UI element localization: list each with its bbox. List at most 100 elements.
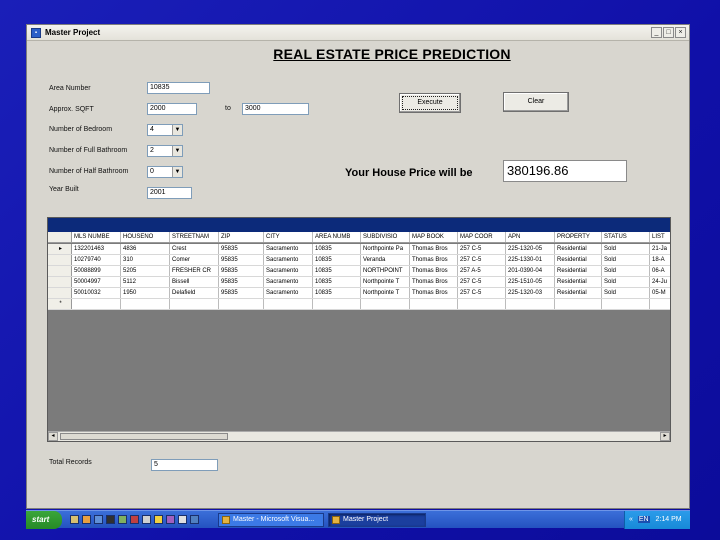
halfbath-select[interactable]: 0 ▼ bbox=[147, 166, 183, 178]
table-cell[interactable] bbox=[650, 299, 670, 309]
table-cell[interactable] bbox=[555, 299, 602, 309]
table-cell[interactable]: 95835 bbox=[219, 255, 264, 265]
table-cell[interactable]: Northpointe Pa bbox=[361, 244, 410, 254]
table-cell[interactable]: 225-1330-01 bbox=[506, 255, 555, 265]
column-header[interactable]: STATUS bbox=[602, 232, 650, 242]
tool-icon[interactable] bbox=[118, 515, 127, 524]
language-indicator[interactable]: EN bbox=[637, 516, 650, 523]
table-cell[interactable]: Sacramento bbox=[264, 288, 313, 298]
clear-button[interactable]: Clear bbox=[503, 92, 569, 112]
table-cell[interactable]: NORTHPOINT bbox=[361, 266, 410, 276]
column-header[interactable]: ZIP bbox=[219, 232, 264, 242]
app-icon[interactable] bbox=[190, 515, 199, 524]
table-cell[interactable] bbox=[313, 299, 361, 309]
app-icon[interactable] bbox=[142, 515, 151, 524]
table-cell[interactable]: Veranda bbox=[361, 255, 410, 265]
table-cell[interactable]: Sold bbox=[602, 244, 650, 254]
table-cell[interactable]: 5205 bbox=[121, 266, 170, 276]
table-row-new[interactable]: * bbox=[48, 299, 670, 310]
table-cell[interactable] bbox=[219, 299, 264, 309]
table-cell[interactable]: Northpointe T bbox=[361, 288, 410, 298]
maximize-button[interactable]: □ bbox=[663, 27, 674, 38]
table-cell[interactable]: 225-1320-05 bbox=[506, 244, 555, 254]
column-header[interactable]: LIST bbox=[650, 232, 670, 242]
sqft-from-input[interactable]: 2000 bbox=[147, 103, 197, 115]
table-cell[interactable]: 225-1510-05 bbox=[506, 277, 555, 287]
table-cell[interactable]: 10279740 bbox=[72, 255, 121, 265]
table-cell[interactable]: 310 bbox=[121, 255, 170, 265]
column-header[interactable]: MAP BOOK bbox=[410, 232, 458, 242]
table-cell[interactable]: Sacramento bbox=[264, 244, 313, 254]
table-cell[interactable]: 06-A bbox=[650, 266, 670, 276]
table-cell[interactable]: 201-0390-04 bbox=[506, 266, 555, 276]
table-cell[interactable]: 95835 bbox=[219, 288, 264, 298]
table-cell[interactable]: 257 A-5 bbox=[458, 266, 506, 276]
start-button[interactable]: start bbox=[26, 511, 62, 529]
table-cell[interactable] bbox=[72, 299, 121, 309]
year-input[interactable]: 2001 bbox=[147, 187, 192, 199]
clock[interactable]: 2:14 PM bbox=[656, 516, 682, 523]
table-cell[interactable]: 50088899 bbox=[72, 266, 121, 276]
table-cell[interactable]: Sacramento bbox=[264, 255, 313, 265]
table-cell[interactable]: Delafield bbox=[170, 288, 219, 298]
table-row[interactable]: 50088899 5205 FRESHER CR 95835 Sacrament… bbox=[48, 266, 670, 277]
table-row[interactable]: 50004997 5112 Bissell 95835 Sacramento 1… bbox=[48, 277, 670, 288]
table-cell[interactable]: 50010032 bbox=[72, 288, 121, 298]
table-cell[interactable]: 24-Ju bbox=[650, 277, 670, 287]
table-cell[interactable]: Thomas Bros bbox=[410, 244, 458, 254]
chevron-down-icon[interactable]: ▼ bbox=[172, 167, 182, 177]
table-cell[interactable]: 10835 bbox=[313, 288, 361, 298]
table-cell[interactable]: FRESHER CR bbox=[170, 266, 219, 276]
table-cell[interactable]: 10835 bbox=[313, 255, 361, 265]
chevron-down-icon[interactable]: ▼ bbox=[172, 125, 182, 135]
table-cell[interactable]: 18-A bbox=[650, 255, 670, 265]
table-cell[interactable]: Crest bbox=[170, 244, 219, 254]
table-cell[interactable]: 5112 bbox=[121, 277, 170, 287]
table-cell[interactable]: Thomas Bros bbox=[410, 255, 458, 265]
table-row[interactable]: 50010032 1950 Delafield 95835 Sacramento… bbox=[48, 288, 670, 299]
horizontal-scrollbar[interactable]: ◂ ▸ bbox=[48, 431, 670, 441]
scroll-thumb[interactable] bbox=[60, 433, 228, 440]
table-cell[interactable]: 50004997 bbox=[72, 277, 121, 287]
table-cell[interactable]: Northpointe T bbox=[361, 277, 410, 287]
table-cell[interactable] bbox=[458, 299, 506, 309]
table-cell[interactable]: Sacramento bbox=[264, 277, 313, 287]
table-cell[interactable]: 257 C-5 bbox=[458, 277, 506, 287]
taskbar-item-visual-studio[interactable]: Master - Microsoft Visua... bbox=[218, 513, 324, 527]
execute-button[interactable]: Execute bbox=[399, 93, 461, 113]
table-cell[interactable]: Sacramento bbox=[264, 266, 313, 276]
table-cell[interactable] bbox=[264, 299, 313, 309]
minimize-button[interactable]: _ bbox=[651, 27, 662, 38]
area-input[interactable]: 10835 bbox=[147, 82, 210, 94]
table-cell[interactable]: Sold bbox=[602, 288, 650, 298]
table-cell[interactable]: 95835 bbox=[219, 266, 264, 276]
table-cell[interactable]: Residential bbox=[555, 277, 602, 287]
table-cell[interactable]: 10835 bbox=[313, 277, 361, 287]
table-cell[interactable] bbox=[361, 299, 410, 309]
table-cell[interactable]: Comer bbox=[170, 255, 219, 265]
price-output[interactable]: 380196.86 bbox=[503, 160, 627, 182]
fullbath-select[interactable]: 2 ▼ bbox=[147, 145, 183, 157]
table-cell[interactable]: Residential bbox=[555, 266, 602, 276]
column-header[interactable]: SUBDIVISIO bbox=[361, 232, 410, 242]
scroll-right-icon[interactable]: ▸ bbox=[660, 432, 670, 441]
tray-expand-icon[interactable]: « bbox=[629, 516, 633, 523]
explorer-icon[interactable] bbox=[70, 515, 79, 524]
table-cell[interactable]: 225-1320-03 bbox=[506, 288, 555, 298]
app-icon[interactable] bbox=[130, 515, 139, 524]
app-icon[interactable] bbox=[166, 515, 175, 524]
table-cell[interactable]: 257 C-5 bbox=[458, 244, 506, 254]
taskbar-item-master-project[interactable]: Master Project bbox=[328, 513, 426, 527]
table-cell[interactable]: Thomas Bros bbox=[410, 288, 458, 298]
total-records-field[interactable]: 5 bbox=[151, 459, 218, 471]
chevron-down-icon[interactable]: ▼ bbox=[172, 146, 182, 156]
table-cell[interactable]: Residential bbox=[555, 244, 602, 254]
sqft-to-input[interactable]: 3000 bbox=[242, 103, 309, 115]
column-header[interactable]: APN bbox=[506, 232, 555, 242]
table-cell[interactable]: 21-Ja bbox=[650, 244, 670, 254]
table-cell[interactable]: 1950 bbox=[121, 288, 170, 298]
table-cell[interactable]: Sold bbox=[602, 255, 650, 265]
table-cell[interactable] bbox=[602, 299, 650, 309]
table-cell[interactable]: 4836 bbox=[121, 244, 170, 254]
bedroom-select[interactable]: 4 ▼ bbox=[147, 124, 183, 136]
